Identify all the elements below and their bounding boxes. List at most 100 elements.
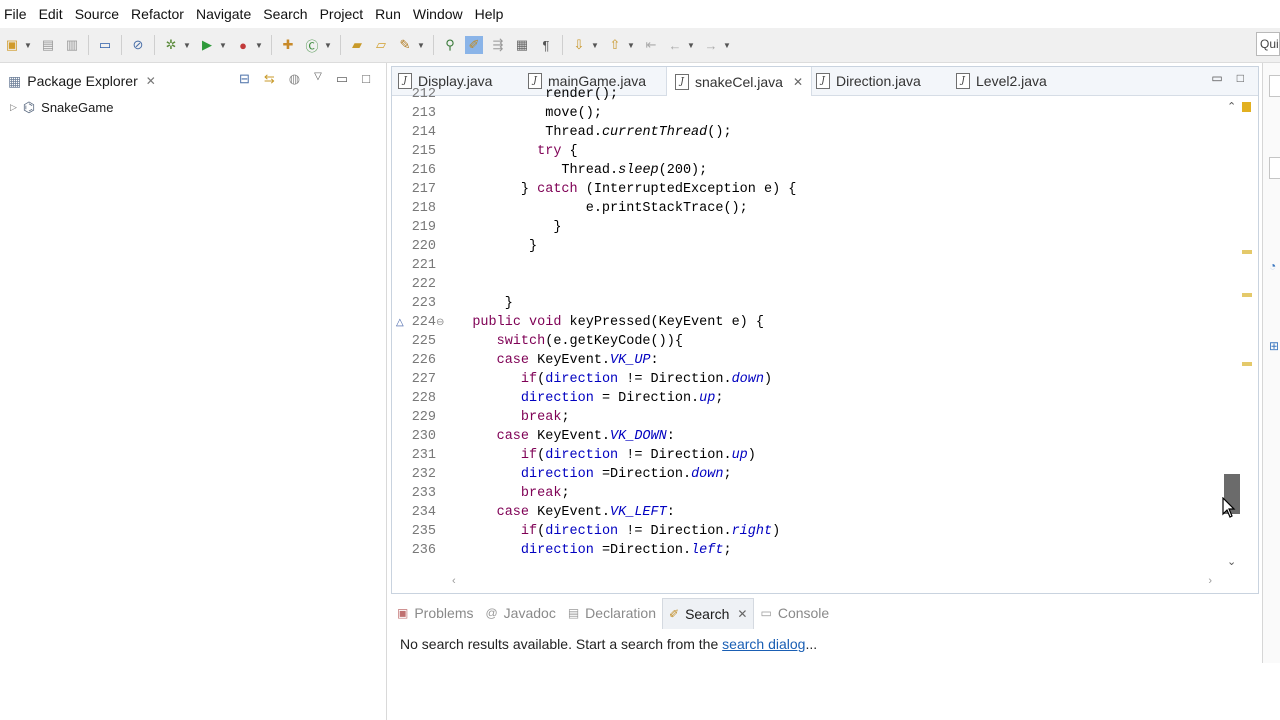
package-explorer-panel: ▦ Package Explorer ✕ ⊟ ⇆ ◍ ▽ ▭ □ ▷ ⌬ Sna… xyxy=(0,63,387,720)
annotation-marker[interactable] xyxy=(1242,250,1252,254)
maximize-icon[interactable]: □ xyxy=(1237,71,1244,85)
annotation-marker[interactable] xyxy=(1242,293,1252,297)
coverage-dropdown-icon[interactable]: ▼ xyxy=(255,41,263,50)
back-dropdown-icon[interactable]: ▼ xyxy=(687,41,695,50)
minimized-view-stack[interactable] xyxy=(1269,157,1280,179)
save-all-icon[interactable]: ▥ xyxy=(63,36,81,54)
last-edit-icon[interactable]: ⇤ xyxy=(642,36,660,54)
menu-file[interactable]: File xyxy=(0,6,35,22)
open-type-icon[interactable]: ▰ xyxy=(348,36,366,54)
menu-source[interactable]: Source xyxy=(71,6,127,22)
collapse-all-icon[interactable]: ⊟ xyxy=(239,71,250,87)
minimize-icon[interactable]: ▭ xyxy=(1211,71,1222,85)
fold-icon[interactable]: ⊖ xyxy=(436,317,444,329)
scroll-down-icon[interactable]: ⌄ xyxy=(1227,555,1236,568)
tab-javadoc[interactable]: @ Javadoc xyxy=(479,598,561,628)
console-icon: ▭ xyxy=(760,606,772,620)
show-whitespace-icon[interactable]: ¶ xyxy=(537,36,555,54)
menu-help[interactable]: Help xyxy=(471,6,512,22)
line-number: 227 xyxy=(411,372,436,387)
run-icon[interactable]: ▶ xyxy=(198,36,216,54)
scroll-right-icon[interactable]: › xyxy=(1208,575,1212,587)
toolbar-separator xyxy=(340,35,341,55)
maximize-icon[interactable]: □ xyxy=(362,71,370,87)
skip-breakpoints-icon[interactable]: ⊘ xyxy=(129,36,147,54)
tree-item-snakegame[interactable]: ▷ ⌬ SnakeGame xyxy=(10,99,113,116)
new-class-dropdown-icon[interactable]: ▼ xyxy=(324,41,332,50)
back-icon[interactable]: ← xyxy=(666,36,684,54)
prev-annotation-icon[interactable]: ⇧ xyxy=(606,36,624,54)
forward-icon[interactable]: → xyxy=(702,36,720,54)
minimized-view-stack[interactable] xyxy=(1269,75,1280,97)
code-text: if(direction != Direction.down) xyxy=(520,372,773,387)
close-icon[interactable]: ✕ xyxy=(146,74,156,88)
outline-icon[interactable]: ⊞ xyxy=(1269,339,1279,353)
brush-icon[interactable]: ✎ xyxy=(396,36,414,54)
terminal-icon[interactable]: ▭ xyxy=(96,36,114,54)
code-text: break; xyxy=(520,486,570,501)
horizontal-scrollbar[interactable]: ‹ › xyxy=(452,575,1212,589)
coverage-icon[interactable]: ● xyxy=(234,36,252,54)
link-editor-icon[interactable]: ⇆ xyxy=(264,71,275,87)
tab-direction-java[interactable]: J Direction.java xyxy=(816,67,921,95)
pin-icon[interactable]: ⚲ xyxy=(441,36,459,54)
code-text: move(); xyxy=(448,106,602,121)
right-trim-stack: ◔ ⊞ xyxy=(1262,63,1280,663)
debug-dropdown-icon[interactable]: ▼ xyxy=(183,41,191,50)
menu-run[interactable]: Run xyxy=(371,6,409,22)
highlight-icon[interactable]: ✐ xyxy=(465,36,483,54)
line-number: 231 xyxy=(411,448,436,463)
menu-navigate[interactable]: Navigate xyxy=(192,6,259,22)
block-selection-icon[interactable]: ▦ xyxy=(513,36,531,54)
tab-problems[interactable]: ▣ Problems xyxy=(391,598,479,628)
brush-dropdown-icon[interactable]: ▼ xyxy=(417,41,425,50)
scroll-up-icon[interactable]: ⌃ xyxy=(1227,100,1236,113)
expand-arrow-icon[interactable]: ▷ xyxy=(10,102,17,113)
next-annotation-dropdown-icon[interactable]: ▼ xyxy=(591,41,599,50)
menu-refactor[interactable]: Refactor xyxy=(127,6,192,22)
overview-ruler[interactable] xyxy=(1242,100,1252,570)
open-folder-icon[interactable]: ▱ xyxy=(372,36,390,54)
package-explorer-tab[interactable]: ▦ Package Explorer ✕ xyxy=(0,67,156,95)
new-class-icon[interactable]: Ⓒ xyxy=(303,36,321,54)
code-text: render(); xyxy=(448,87,619,102)
line-number: 217 xyxy=(411,182,436,197)
annotation-marker[interactable] xyxy=(1242,362,1252,366)
close-tab-icon[interactable]: ✕ xyxy=(793,75,803,89)
line-number: 235 xyxy=(411,524,436,539)
new-icon[interactable]: ▣ xyxy=(3,36,21,54)
warning-summary-icon[interactable] xyxy=(1242,102,1251,112)
occurrences-icon[interactable]: ⇶ xyxy=(489,36,507,54)
toolbar-separator xyxy=(154,35,155,55)
tab-console[interactable]: ▭ Console xyxy=(754,598,835,628)
line-number: 230 xyxy=(411,429,436,444)
menu-edit[interactable]: Edit xyxy=(35,6,71,22)
task-list-icon[interactable]: ◔ xyxy=(1269,259,1276,273)
view-menu-icon[interactable]: ▽ xyxy=(314,71,322,87)
close-tab-icon[interactable]: ✕ xyxy=(737,607,747,621)
search-dialog-link[interactable]: search dialog xyxy=(722,636,805,652)
tab-search[interactable]: ✐ Search ✕ xyxy=(662,597,755,629)
forward-dropdown-icon[interactable]: ▼ xyxy=(723,41,731,50)
tab-snakecel-java[interactable]: J snakeCel.java ✕ xyxy=(666,67,812,96)
scroll-left-icon[interactable]: ‹ xyxy=(452,575,456,587)
prev-annotation-dropdown-icon[interactable]: ▼ xyxy=(627,41,635,50)
next-annotation-icon[interactable]: ⇩ xyxy=(570,36,588,54)
menu-window[interactable]: Window xyxy=(409,6,471,22)
line-number: 219 xyxy=(411,220,436,235)
focus-icon[interactable]: ◍ xyxy=(289,71,300,87)
line-number: 232 xyxy=(411,467,436,482)
menu-project[interactable]: Project xyxy=(316,6,372,22)
debug-icon[interactable]: ✲ xyxy=(162,36,180,54)
code-text: e.printStackTrace(); xyxy=(448,201,748,216)
new-dropdown-icon[interactable]: ▼ xyxy=(24,41,32,50)
run-dropdown-icon[interactable]: ▼ xyxy=(219,41,227,50)
minimize-icon[interactable]: ▭ xyxy=(336,71,348,87)
tab-declaration[interactable]: ▤ Declaration xyxy=(562,598,662,628)
new-package-icon[interactable]: ✚ xyxy=(279,36,297,54)
quick-access-input[interactable]: Qui xyxy=(1256,32,1280,56)
save-icon[interactable]: ▤ xyxy=(39,36,57,54)
menu-search[interactable]: Search xyxy=(259,6,315,22)
code-area[interactable]: 212 render(); 213 move(); 214 Thread.cur… xyxy=(392,87,1222,575)
tab-level2-java[interactable]: J Level2.java xyxy=(956,67,1047,95)
